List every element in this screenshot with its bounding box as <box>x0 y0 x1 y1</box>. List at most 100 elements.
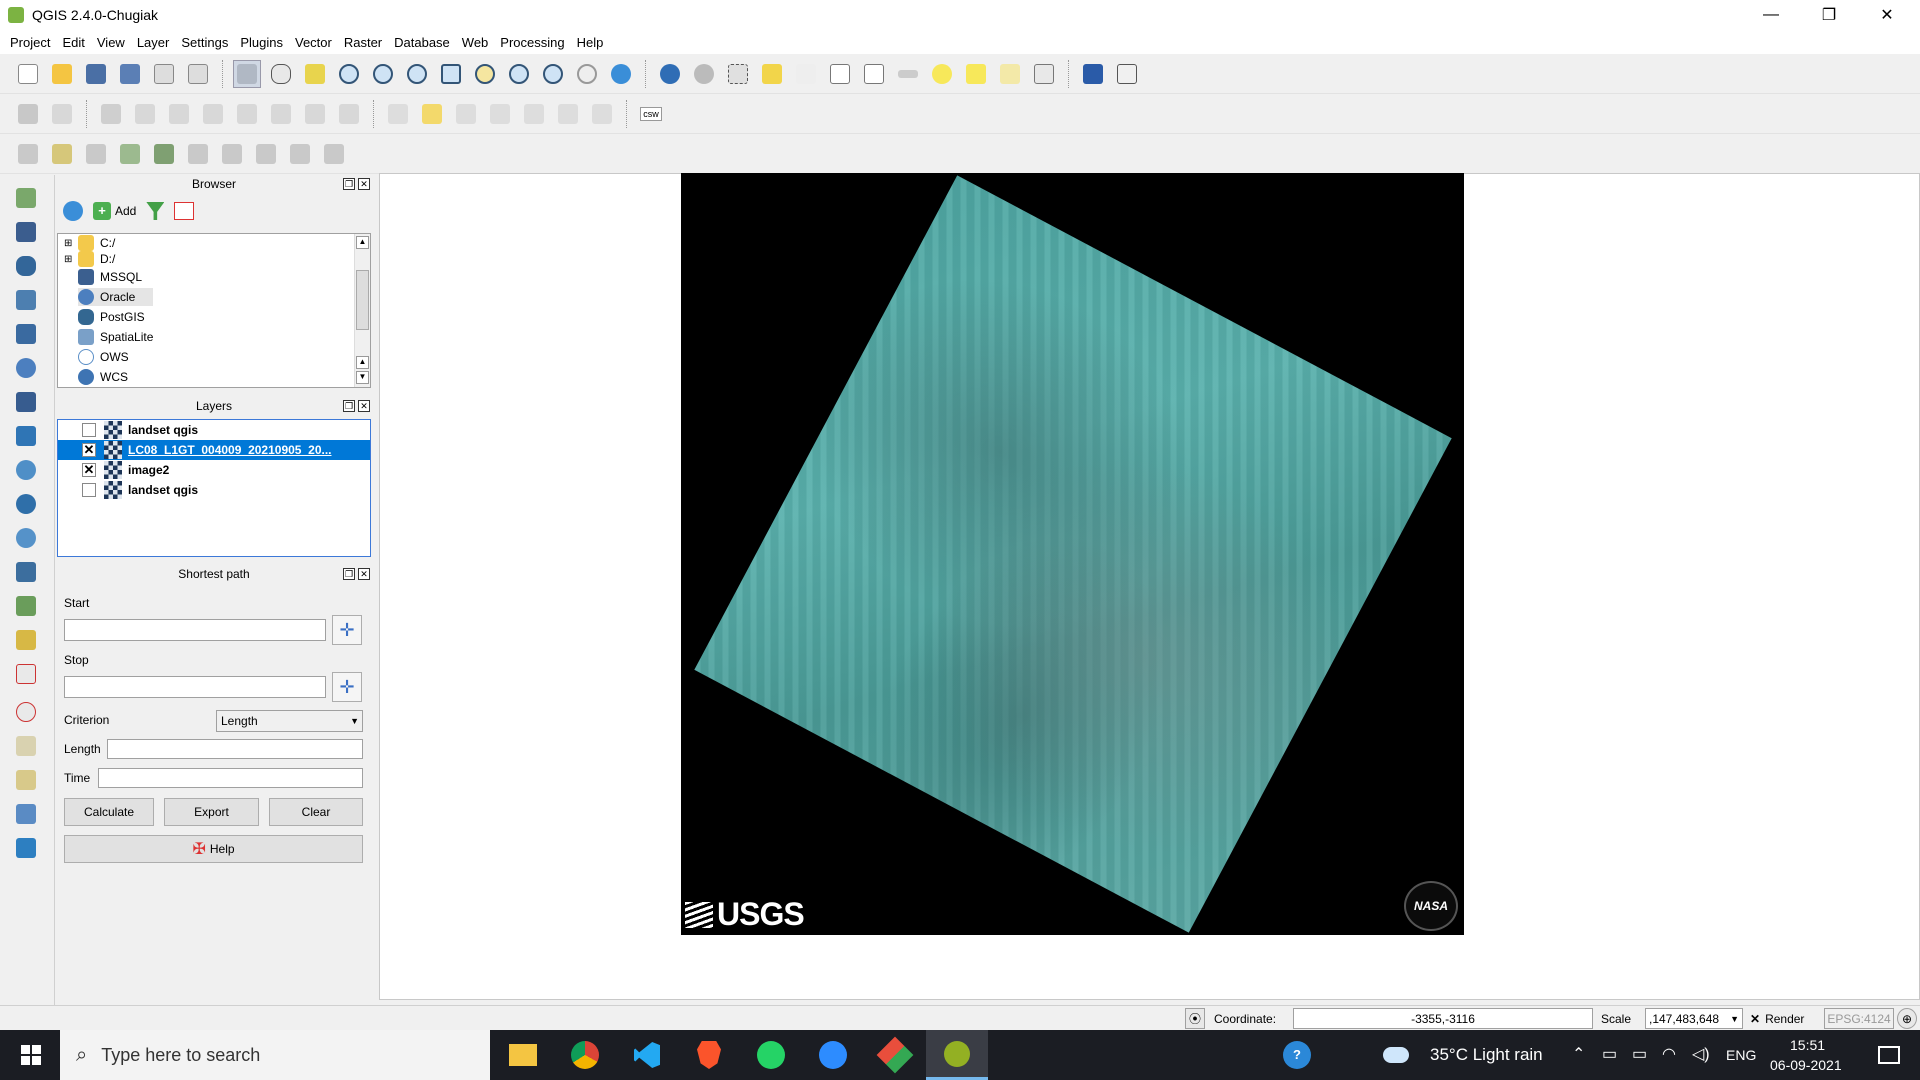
wifi-icon[interactable]: ◠ <box>1662 1044 1676 1064</box>
menu-processing[interactable]: Processing <box>494 35 570 50</box>
oracle-georaster-icon[interactable] <box>12 834 40 862</box>
tree-item-postgis[interactable]: PostGIS <box>78 308 145 326</box>
help-button[interactable]: ✠ Help <box>64 835 363 863</box>
toggle-editing-icon[interactable] <box>48 100 76 128</box>
menu-help[interactable]: Help <box>571 35 610 50</box>
show-bookmarks-icon[interactable] <box>996 60 1024 88</box>
float-panel-icon[interactable]: ❐ <box>343 400 355 412</box>
add-postgis-layer-icon[interactable] <box>12 252 40 280</box>
help-app-icon[interactable]: ? <box>1266 1030 1328 1080</box>
add-wfs-globe-icon[interactable] <box>12 524 40 552</box>
refresh-icon[interactable] <box>607 60 635 88</box>
layer-row-selected[interactable]: ✕ LC08_L1GT_004009_20210905_20... <box>58 440 370 460</box>
calculate-button[interactable]: Calculate <box>64 798 154 826</box>
layer-row[interactable]: landset qgis <box>58 420 370 440</box>
open-project-icon[interactable] <box>48 60 76 88</box>
add-vector-icon[interactable] <box>116 140 144 168</box>
label-move-icon[interactable] <box>486 100 514 128</box>
pan-icon[interactable] <box>267 60 295 88</box>
layer-row[interactable]: ✕ image2 <box>58 460 370 480</box>
weather-cloud-icon[interactable] <box>1376 1030 1416 1080</box>
add-wms-globe-icon[interactable] <box>12 490 40 518</box>
zoom-layer-icon[interactable] <box>505 60 533 88</box>
new-bookmark-icon[interactable] <box>962 60 990 88</box>
new-project-icon[interactable] <box>14 60 42 88</box>
menu-edit[interactable]: Edit <box>56 35 90 50</box>
clear-button[interactable]: Clear <box>269 798 363 826</box>
gps-tool-icon[interactable] <box>12 698 40 726</box>
menu-database[interactable]: Database <box>388 35 456 50</box>
menu-plugins[interactable]: Plugins <box>234 35 289 50</box>
tree-item-wcs[interactable]: WCS <box>78 368 128 386</box>
map-tips-icon[interactable] <box>690 60 718 88</box>
zoom-in-icon[interactable] <box>335 60 363 88</box>
filter-icon[interactable] <box>146 202 165 220</box>
layer-visibility-checkbox[interactable] <box>82 423 96 437</box>
capture-start-button[interactable]: ✛ <box>332 615 362 645</box>
volume-icon[interactable]: ◁) <box>1692 1044 1710 1064</box>
deselect-icon[interactable] <box>758 60 786 88</box>
text-annotation-icon[interactable] <box>1030 60 1058 88</box>
messages-icon[interactable]: ⊕ <box>1897 1008 1917 1029</box>
increase-contrast-icon[interactable] <box>252 140 280 168</box>
add-spatialite-layer-icon[interactable] <box>12 286 40 314</box>
scale-combobox[interactable]: ,147,483,648 ▼ <box>1645 1008 1743 1029</box>
cut-features-icon[interactable] <box>267 100 295 128</box>
render-checkbox[interactable]: ✕ Render <box>1750 1008 1804 1029</box>
crs-button[interactable]: EPSG:4124 <box>1824 1008 1894 1029</box>
digitize-icon[interactable] <box>12 766 40 794</box>
raster-stretch-icon[interactable] <box>82 140 110 168</box>
new-spatialite-layer-icon[interactable] <box>12 626 40 654</box>
local-histogram-icon[interactable] <box>320 140 348 168</box>
add-oracle-layer-icon[interactable] <box>12 354 40 382</box>
add-raster-icon[interactable] <box>150 140 178 168</box>
taskbar-search-input[interactable]: ⌕ Type here to search <box>60 1030 490 1080</box>
csw-icon[interactable]: csw <box>637 100 665 128</box>
new-vector-layer-icon[interactable] <box>12 592 40 620</box>
tree-item-ows[interactable]: OWS <box>78 348 129 366</box>
start-point-field[interactable] <box>64 619 326 641</box>
qgis-taskbar-icon[interactable] <box>926 1030 988 1080</box>
whats-this-icon[interactable] <box>1113 60 1141 88</box>
attribute-table-icon[interactable] <box>826 60 854 88</box>
browser-scrollbar[interactable]: ▲ ▲ ▼ <box>354 234 370 387</box>
layer-visibility-checkbox[interactable]: ✕ <box>82 463 96 477</box>
layer-row[interactable]: landset qgis <box>58 480 370 500</box>
close-button[interactable]: ✕ <box>1858 0 1916 30</box>
tree-item-d[interactable]: ⊞ D:/ <box>64 250 115 268</box>
length-field[interactable] <box>107 739 363 759</box>
label-properties-icon[interactable] <box>588 100 616 128</box>
select-features-icon[interactable] <box>724 60 752 88</box>
zoom-app-icon[interactable] <box>802 1030 864 1080</box>
tree-item-mssql[interactable]: MSSQL <box>78 268 142 286</box>
label-pin-icon[interactable] <box>384 100 412 128</box>
composer-manager-icon[interactable] <box>184 60 212 88</box>
remove-layer-icon[interactable] <box>12 660 40 688</box>
decrease-contrast-icon[interactable] <box>286 140 314 168</box>
menu-layer[interactable]: Layer <box>131 35 176 50</box>
decrease-brightness-icon[interactable] <box>218 140 246 168</box>
add-wfs-layer-icon[interactable] <box>12 456 40 484</box>
add-feature-icon[interactable] <box>131 100 159 128</box>
delete-selected-icon[interactable] <box>233 100 261 128</box>
language-indicator[interactable]: ENG <box>1726 1047 1756 1063</box>
tree-item-spatialite[interactable]: SpatiaLite <box>78 328 153 346</box>
raster-calc-icon[interactable] <box>14 140 42 168</box>
save-as-icon[interactable] <box>116 60 144 88</box>
battery-icon[interactable]: ▭ <box>1632 1044 1647 1064</box>
statistics-icon[interactable] <box>860 60 888 88</box>
menu-web[interactable]: Web <box>456 35 495 50</box>
whatsapp-icon[interactable] <box>740 1030 802 1080</box>
identify-icon[interactable] <box>656 60 684 88</box>
add-wcs-layer-icon[interactable] <box>12 422 40 450</box>
measure-icon[interactable] <box>894 60 922 88</box>
layer-visibility-checkbox[interactable] <box>82 483 96 497</box>
toggle-coordinate-icon[interactable]: ⦿ <box>1185 1008 1205 1029</box>
menu-raster[interactable]: Raster <box>338 35 388 50</box>
label-show-icon[interactable] <box>452 100 480 128</box>
device-icon[interactable]: ▭ <box>1602 1044 1617 1064</box>
paste-features-icon[interactable] <box>335 100 363 128</box>
vscode-icon[interactable] <box>616 1030 678 1080</box>
float-panel-icon[interactable]: ❐ <box>343 568 355 580</box>
raster-histogram-icon[interactable] <box>48 140 76 168</box>
